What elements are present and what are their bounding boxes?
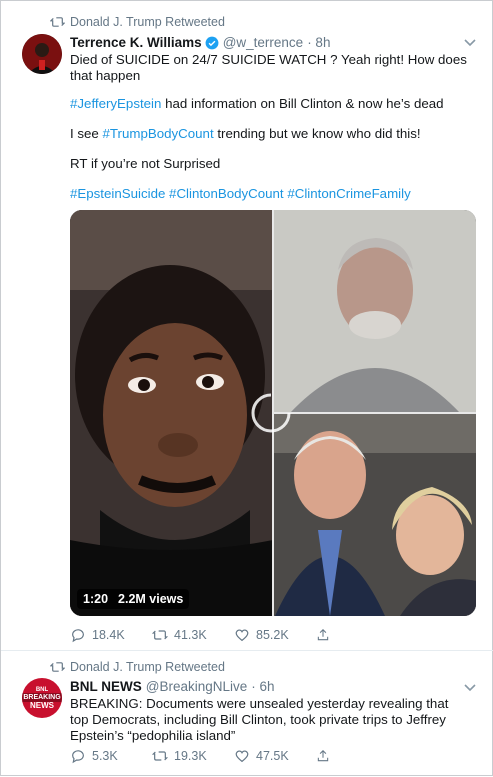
tweet-terrence-williams[interactable]: Donald J. Trump Retweeted Terrence K. Wi… <box>1 1 493 651</box>
tweet-actions: 5.3K 19.3K 47.5K <box>70 748 336 764</box>
user-handle[interactable]: @BreakingNLive <box>146 679 248 694</box>
video-info-badge: 1:20 2.2M views <box>77 589 190 609</box>
like-count: 85.2K <box>256 628 289 642</box>
retweet-context-label: Donald J. Trump Retweeted <box>70 660 225 674</box>
retweet-icon <box>152 630 168 640</box>
reply-count: 18.4K <box>92 628 125 642</box>
reply-icon <box>72 629 84 643</box>
loading-spinner-icon <box>251 393 291 433</box>
reply-icon <box>72 750 84 764</box>
retweet-context-label: Donald J. Trump Retweeted <box>70 15 225 29</box>
hashtag-links[interactable]: #EpsteinSuicide #ClintonBodyCount #Clint… <box>70 186 480 202</box>
display-name[interactable]: Terrence K. Williams <box>70 35 202 50</box>
share-icon <box>317 750 329 762</box>
tweet-text-line-2: #JefferyEpstein had information on Bill … <box>70 96 480 112</box>
tweet-header: BNL NEWS @BreakingNLive · 6h <box>70 679 275 694</box>
reply-count: 5.3K <box>92 749 118 763</box>
retweet-count: 41.3K <box>174 628 207 642</box>
retweet-icon <box>50 17 65 27</box>
like-icon <box>235 629 249 642</box>
like-icon <box>235 750 249 763</box>
hashtag-link[interactable]: #TrumpBodyCount <box>103 126 214 141</box>
share-button[interactable] <box>316 627 336 643</box>
tweet-bnl-news[interactable]: Donald J. Trump Retweeted BNL BREAKING N… <box>1 651 493 777</box>
video-view-count: 2.2M views <box>118 592 184 606</box>
tweet-text-segment: had information on Bill Clinton & now he… <box>161 96 444 111</box>
display-name[interactable]: BNL NEWS <box>70 679 142 694</box>
retweet-context[interactable]: Donald J. Trump Retweeted <box>50 15 225 29</box>
verified-badge-icon <box>205 36 219 49</box>
avatar[interactable] <box>22 34 62 74</box>
like-count: 47.5K <box>256 749 289 763</box>
like-button[interactable]: 85.2K <box>234 627 316 643</box>
share-button[interactable] <box>316 748 336 764</box>
chevron-down-icon[interactable] <box>464 684 476 692</box>
tweet-actions: 18.4K 41.3K 85.2K <box>70 627 336 643</box>
tweet-text-segment: trending but we know who did this! <box>213 126 421 141</box>
avatar-text-bottom: NEWS <box>30 700 54 710</box>
tweet-text: BREAKING: Documents were unsealed yester… <box>70 696 449 743</box>
tweet-time[interactable]: · 8h <box>307 35 330 50</box>
video-player[interactable]: 1:20 2.2M views <box>70 210 476 616</box>
retweet-context[interactable]: Donald J. Trump Retweeted <box>50 660 225 674</box>
user-handle[interactable]: @w_terrence <box>223 35 304 50</box>
retweet-button[interactable]: 41.3K <box>152 627 234 643</box>
like-button[interactable]: 47.5K <box>234 748 316 764</box>
timeline: Donald J. Trump Retweeted Terrence K. Wi… <box>0 0 493 776</box>
reply-button[interactable]: 5.3K <box>70 748 152 764</box>
retweet-icon <box>152 751 168 761</box>
tweet-time[interactable]: · 6h <box>251 679 274 694</box>
retweet-button[interactable]: 19.3K <box>152 748 234 764</box>
avatar[interactable]: BNL BREAKING NEWS <box>22 678 62 718</box>
retweet-count: 19.3K <box>174 749 207 763</box>
reply-button[interactable]: 18.4K <box>70 627 152 643</box>
tweet-text-segment: I see <box>70 126 103 141</box>
video-duration: 1:20 <box>83 592 109 606</box>
tweet-text-line-3: I see #TrumpBodyCount trending but we kn… <box>70 126 480 142</box>
tweet-text-line-4: RT if you’re not Surprised <box>70 156 221 171</box>
chevron-down-icon[interactable] <box>464 39 476 47</box>
hashtag-link[interactable]: #JefferyEpstein <box>70 96 161 111</box>
tweet-header: Terrence K. Williams @w_terrence · 8h <box>70 35 330 50</box>
share-icon <box>317 629 329 641</box>
tweet-text-line-1: Died of SUICIDE on 24/7 SUICIDE WATCH ? … <box>70 52 467 83</box>
retweet-icon <box>50 662 65 672</box>
